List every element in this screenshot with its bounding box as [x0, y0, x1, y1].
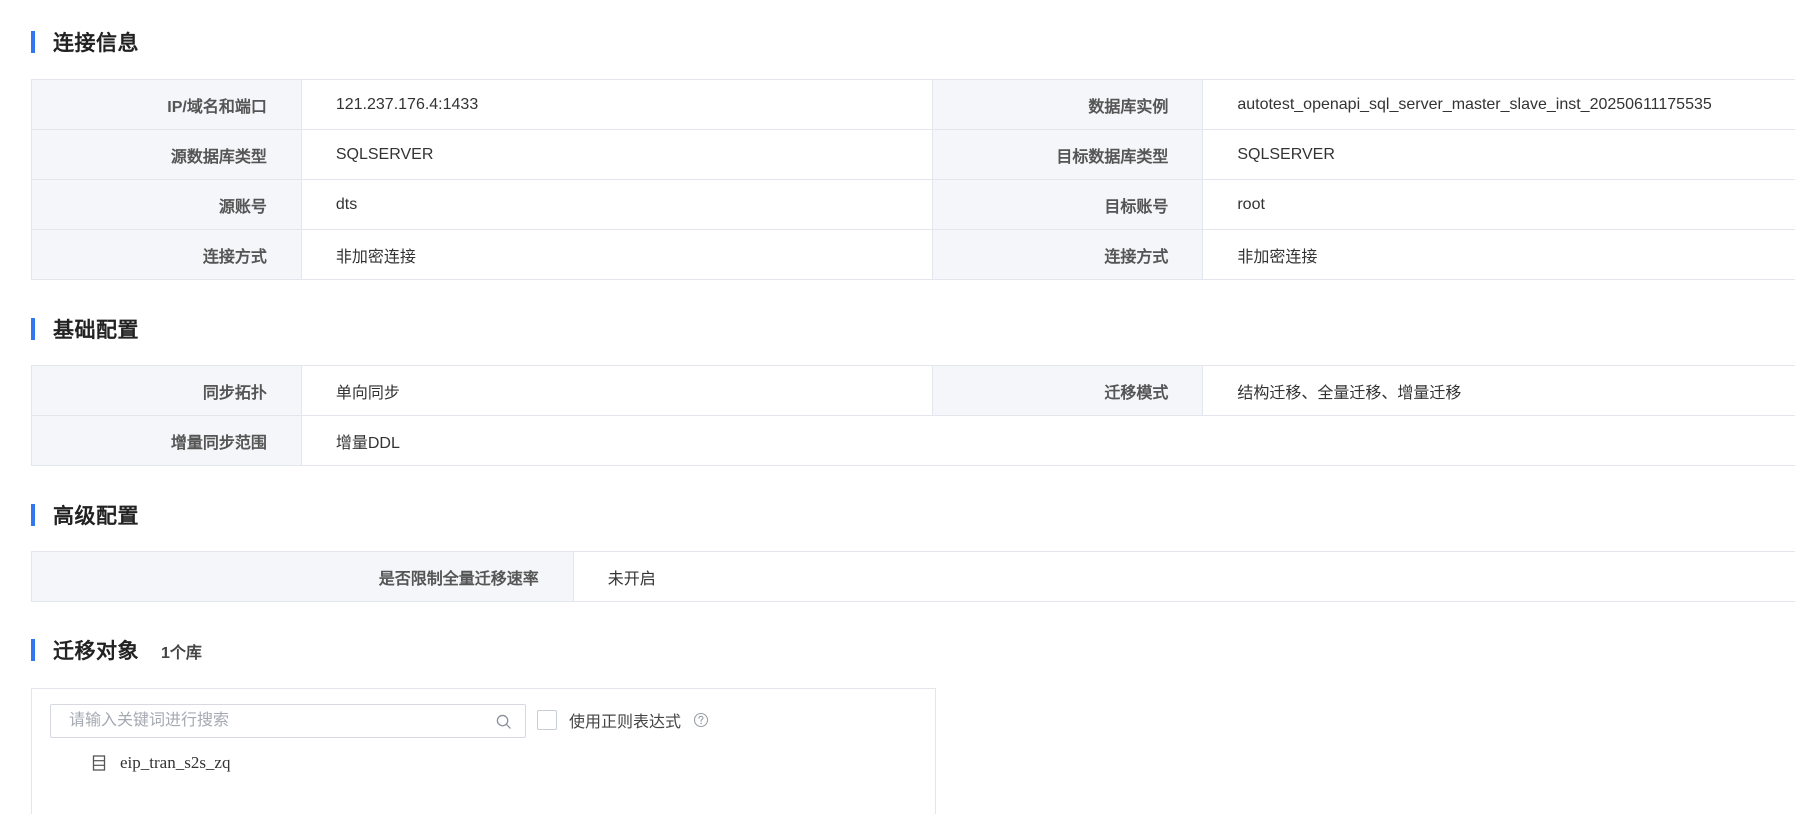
- field-label: 目标数据库类型: [933, 130, 1204, 179]
- field-value: autotest_openapi_sql_server_master_slave…: [1237, 95, 1712, 113]
- field-value: SQLSERVER: [302, 130, 934, 179]
- search-input[interactable]: [51, 705, 491, 737]
- section-title: 高级配置: [53, 505, 139, 528]
- connection-info-table: IP/域名和端口 121.237.176.4:1433 数据库实例 autote…: [31, 79, 1795, 280]
- field-value: dts: [302, 180, 934, 229]
- table-row: 是否限制全量迁移速率 未开启: [32, 552, 1795, 602]
- field-value: 单向同步: [302, 366, 934, 415]
- regex-option[interactable]: 使用正则表达式: [537, 708, 709, 732]
- field-label: 源账号: [32, 180, 302, 229]
- field-label: 同步拓扑: [32, 366, 302, 415]
- field-label: 数据库实例: [933, 80, 1204, 129]
- section-accent-bar: [31, 639, 35, 661]
- field-label: IP/域名和端口: [32, 80, 302, 129]
- field-value: 非加密连接: [302, 230, 934, 279]
- table-row: IP/域名和端口 121.237.176.4:1433 数据库实例 autote…: [32, 80, 1795, 130]
- search-box: [50, 704, 526, 738]
- section-accent-bar: [31, 31, 35, 53]
- section-objects-header: 迁移对象 1个库: [31, 636, 202, 664]
- tree-item-database[interactable]: eip_tran_s2s_zq: [92, 750, 230, 776]
- section-advanced-header: 高级配置: [31, 501, 139, 529]
- advanced-config-table: 是否限制全量迁移速率 未开启: [31, 551, 1795, 602]
- field-value: SQLSERVER: [1237, 145, 1335, 163]
- field-label: 增量同步范围: [32, 416, 302, 465]
- object-count-badge: 1个库: [161, 645, 202, 662]
- table-row: 连接方式 非加密连接 连接方式 非加密连接: [32, 230, 1795, 280]
- field-label: 连接方式: [933, 230, 1204, 279]
- field-label: 迁移模式: [933, 366, 1204, 415]
- basic-config-table: 同步拓扑 单向同步 迁移模式 结构迁移、全量迁移、增量迁移 增量同步范围 增量D…: [31, 365, 1795, 466]
- field-label: 连接方式: [32, 230, 302, 279]
- field-value: 未开启: [607, 570, 656, 588]
- table-row: 源账号 dts 目标账号 root: [32, 180, 1795, 230]
- regex-label: 使用正则表达式: [569, 714, 682, 731]
- section-basic-header: 基础配置: [31, 315, 139, 343]
- field-value: 增量DDL: [335, 434, 400, 452]
- table-row: 源数据库类型 SQLSERVER 目标数据库类型 SQLSERVER: [32, 130, 1795, 180]
- regex-checkbox[interactable]: [537, 710, 557, 730]
- field-label: 源数据库类型: [32, 130, 302, 179]
- database-name: eip_tran_s2s_zq: [120, 753, 231, 772]
- field-label: 是否限制全量迁移速率: [32, 552, 574, 601]
- section-title: 连接信息: [53, 32, 139, 55]
- section-title: 迁移对象: [53, 640, 139, 663]
- table-row: 增量同步范围 增量DDL: [32, 416, 1795, 466]
- field-value: 121.237.176.4:1433: [302, 80, 934, 129]
- table-row: 同步拓扑 单向同步 迁移模式 结构迁移、全量迁移、增量迁移: [32, 366, 1795, 416]
- section-title: 基础配置: [53, 319, 139, 342]
- migration-objects-panel: 使用正则表达式 eip_tran_s2s_zq: [31, 688, 936, 814]
- database-icon: [92, 755, 106, 771]
- help-icon[interactable]: [693, 712, 709, 728]
- field-value: 结构迁移、全量迁移、增量迁移: [1237, 384, 1462, 402]
- section-accent-bar: [31, 504, 35, 526]
- field-value: root: [1237, 195, 1265, 213]
- task-detail-page: 连接信息 IP/域名和端口 121.237.176.4:1433 数据库实例 a…: [31, 0, 1795, 814]
- field-label: 目标账号: [933, 180, 1204, 229]
- field-value: 非加密连接: [1237, 248, 1318, 266]
- section-accent-bar: [31, 318, 35, 340]
- search-icon[interactable]: [496, 714, 511, 729]
- section-connection-header: 连接信息: [31, 28, 139, 56]
